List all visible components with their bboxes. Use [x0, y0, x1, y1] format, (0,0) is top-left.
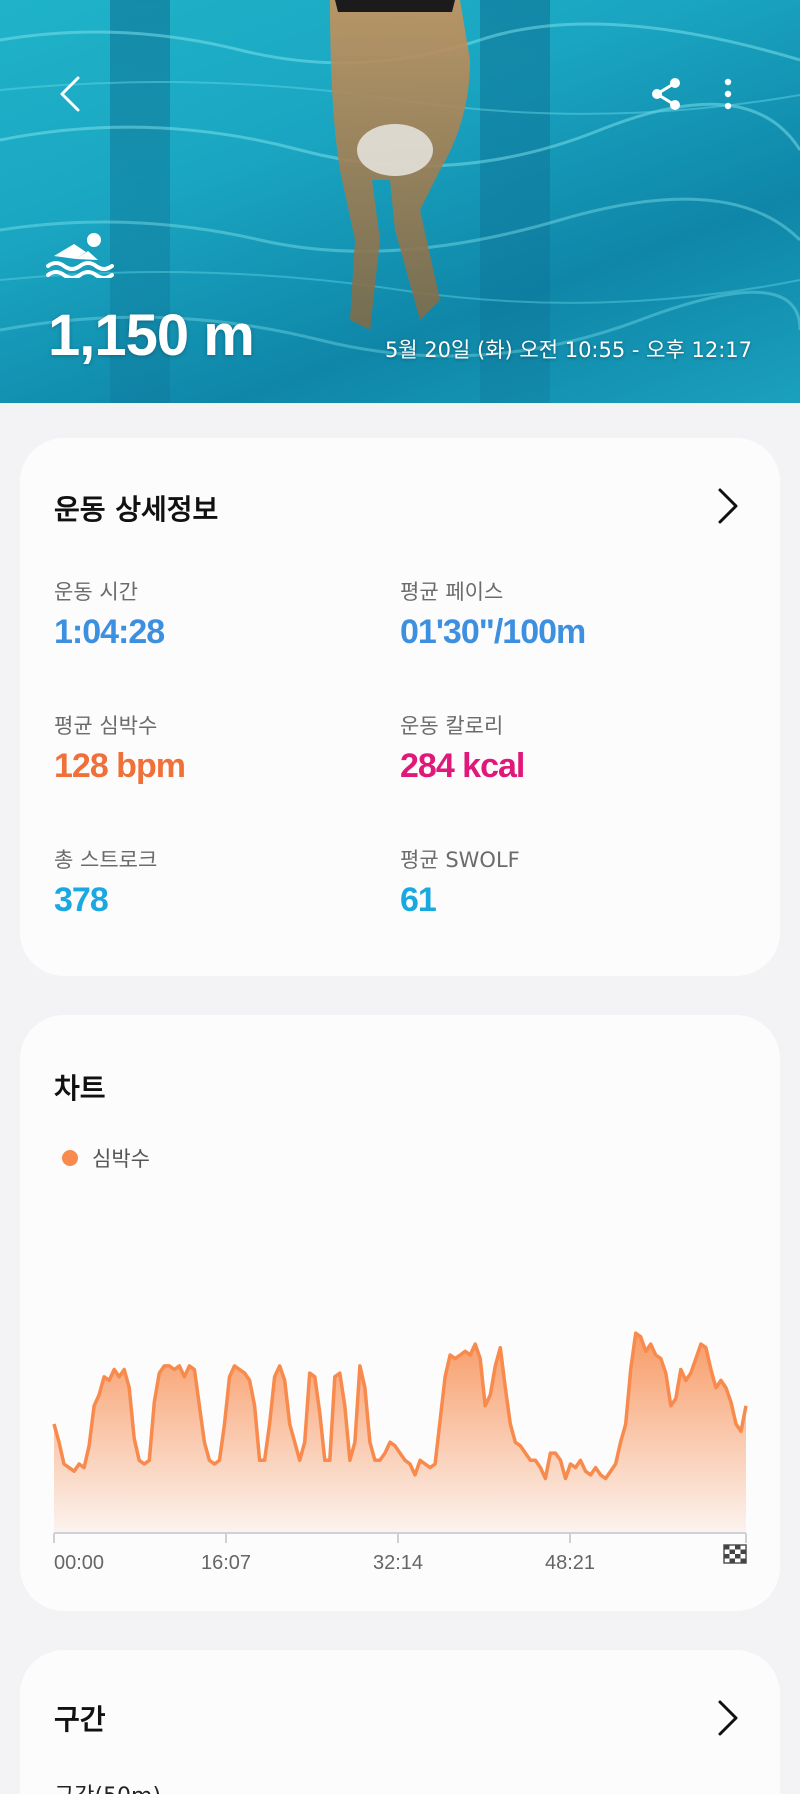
metric-label: 평균 페이스	[400, 580, 504, 604]
x-tick-label: 32:14	[373, 1552, 423, 1574]
metric-value: 01'30"/100m	[400, 613, 586, 651]
details-title: 운동 상세정보	[54, 493, 219, 526]
total-distance: 1,150 m	[48, 303, 255, 368]
section-peek-label: 구간(50m)	[54, 1778, 161, 1794]
metric-value: 284 kcal	[400, 747, 525, 785]
back-icon	[60, 76, 80, 112]
metric-label: 평균 SWOLF	[400, 848, 520, 872]
share-button[interactable]	[644, 72, 688, 116]
swimming-icon	[46, 233, 114, 278]
metric-label: 운동 시간	[54, 580, 138, 604]
heart-rate-chart[interactable]: 00:00 16:07 32:14 48:21	[20, 1015, 780, 1611]
more-icon	[724, 78, 732, 110]
workout-details-card[interactable]: 운동 상세정보 운동 시간 1:04:28 평균 페이스 01'30"/100m…	[20, 438, 780, 976]
metric-value: 378	[54, 881, 109, 919]
x-tick-label: 00:00	[54, 1552, 104, 1574]
checkered-flag-icon	[723, 1544, 747, 1564]
metric-value: 61	[400, 881, 437, 919]
metric-calories: 운동 칼로리 284 kcal	[400, 712, 525, 788]
metric-average-pace: 평균 페이스 01'30"/100m	[400, 578, 586, 654]
metric-label: 평균 심박수	[54, 714, 158, 738]
back-button[interactable]	[48, 68, 92, 120]
chevron-right-icon[interactable]	[714, 486, 742, 526]
metric-average-swolf: 평균 SWOLF 61	[400, 846, 520, 922]
metric-average-heart-rate: 평균 심박수 128 bpm	[54, 712, 186, 788]
metric-label: 운동 칼로리	[400, 714, 504, 738]
heart-rate-area	[54, 1333, 746, 1533]
workout-time-range: 5월 20일 (화) 오전 10:55 - 오후 12:17	[384, 338, 752, 362]
section-card[interactable]: 구간 구간(50m)	[20, 1650, 780, 1794]
chevron-right-icon[interactable]	[714, 1698, 742, 1738]
more-options-button[interactable]	[712, 72, 744, 116]
share-icon	[652, 78, 680, 110]
metric-label: 총 스트로크	[54, 848, 158, 872]
metric-duration: 운동 시간 1:04:28	[54, 578, 165, 654]
metric-total-strokes: 총 스트로크 378	[54, 846, 157, 922]
metric-value: 128 bpm	[54, 747, 186, 785]
chart-card[interactable]: 차트 심박수 00:00 16:07 32:14 48:21	[20, 1015, 780, 1611]
x-tick-label: 16:07	[201, 1552, 251, 1574]
hero-banner: 1,150 m 5월 20일 (화) 오전 10:55 - 오후 12:17	[0, 0, 800, 403]
metric-value: 1:04:28	[54, 613, 165, 651]
section-title: 구간	[54, 1703, 106, 1736]
x-tick-label: 48:21	[545, 1552, 595, 1574]
